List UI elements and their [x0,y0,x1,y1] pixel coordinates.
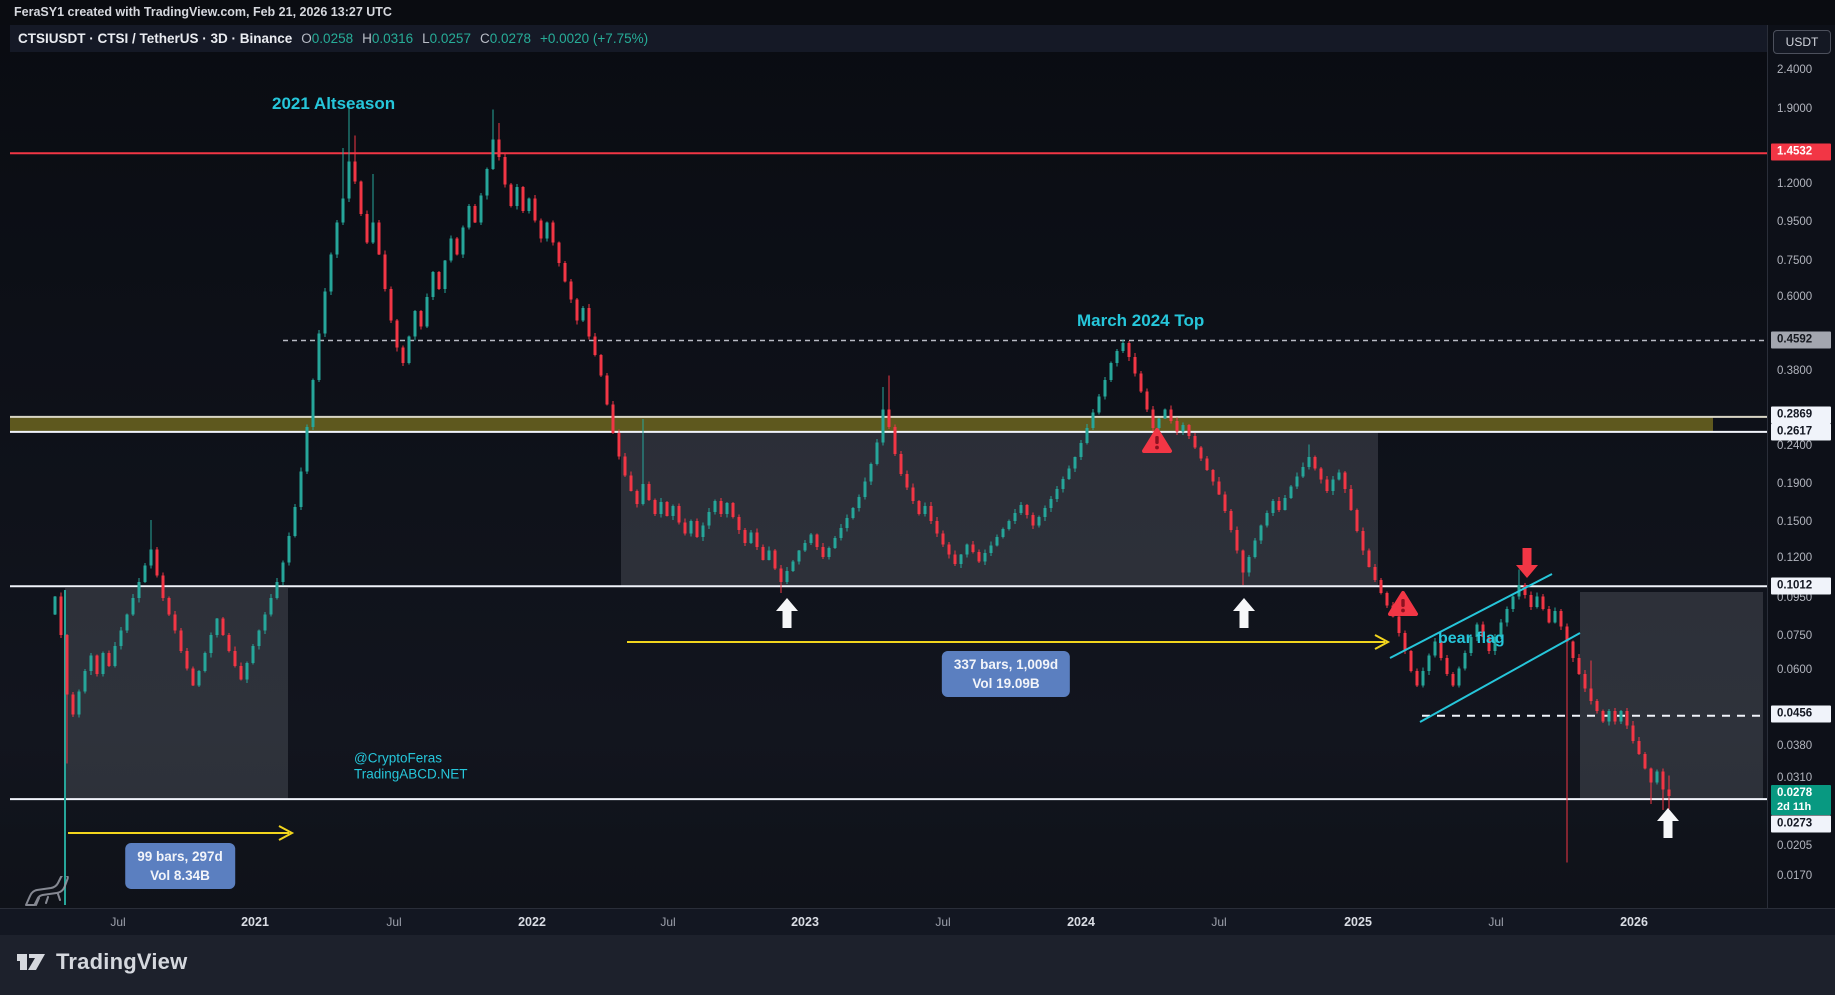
price-tick: 1.2000 [1777,178,1813,190]
time-tick-month: Jul [386,915,402,929]
price-tick: 0.2400 [1777,440,1813,452]
time-tick-year: 2023 [791,915,819,929]
tradingview-brand-link[interactable]: TradingView [16,949,187,975]
symbol-title: CTSIUSDT · CTSI / TetherUS · 3D · Binanc… [18,31,293,46]
price-level-label: 0.4592 [1771,331,1831,349]
ohlc-letter: L [422,31,430,46]
ohlc-value: 0.0258 [311,31,354,46]
time-tick-month: Jul [1488,915,1504,929]
price-level-label: 0.0456 [1771,705,1831,723]
price-tick: 0.0205 [1777,840,1813,852]
tradingview-chart-page: FeraSY1 created with TradingView.com, Fe… [0,0,1835,995]
measure-label[interactable]: 337 bars, 1,009d Vol 19.09B [941,651,1071,697]
credit-line1[interactable]: @CryptoFeras [354,751,442,766]
ohlc-value: 0.0278 [489,31,531,46]
price-tick: 0.0310 [1777,772,1813,784]
bar-countdown: 2d 11h [1777,801,1812,813]
ohlc-value: 0.0257 [429,31,471,46]
price-tick: 0.1500 [1777,516,1813,528]
ohlc-value: 0.0316 [371,31,414,46]
time-tick-month: Jul [110,915,126,929]
time-axis[interactable]: Jul 2021 Jul 2022 Jul 2023 Jul 2024 Jul 2025 Jul 20… [0,908,1835,935]
time-tick-year: 2026 [1620,915,1648,929]
brand-text: TradingView [56,949,188,974]
price-tick: 0.7500 [1777,255,1813,267]
dino-icon [25,876,69,906]
price-level-label: 0.0278 2d 11h [1771,785,1831,815]
price-tick: 0.1900 [1777,478,1813,490]
measure-label-line: Vol 8.34B [150,868,210,883]
altseason-label[interactable]: 2021 Altseason [272,94,395,114]
currency-button[interactable]: USDT [1773,30,1831,54]
supply-band[interactable] [10,416,1713,432]
price-level-label: 1.4532 [1771,143,1831,161]
ohlc-values: O0.0258 H0.0316 L0.0257 C0.0278 [292,31,531,46]
time-tick-year: 2021 [241,915,269,929]
time-tick-month: Jul [660,915,676,929]
time-tick-year: 2022 [518,915,546,929]
price-level-label: 0.2869 [1771,406,1831,424]
bear-flag-label[interactable]: bear flag [1438,630,1505,648]
candlestick-chart[interactable] [0,0,1835,908]
measure-label-line: Vol 19.09B [972,676,1040,691]
symbol-header: CTSIUSDT · CTSI / TetherUS · 3D · Binanc… [10,25,1835,52]
ohlc-letter: C [479,31,490,46]
price-tick: 1.9000 [1777,103,1813,115]
tradingview-logo-icon [17,954,45,970]
price-level-label: 0.0273 [1771,815,1831,833]
measure-label-line: 337 bars, 1,009d [953,657,1059,672]
price-tick: 0.6000 [1777,291,1813,303]
ohlc-letter: O [301,31,312,46]
price-tick: 0.0380 [1777,740,1813,752]
price-tick: 0.9500 [1777,216,1813,228]
breakdown-2025-box[interactable] [1580,592,1763,799]
time-tick-year: 2024 [1067,915,1095,929]
price-tick: 0.1200 [1777,552,1813,564]
march-top-label[interactable]: March 2024 Top [1077,311,1204,331]
price-tick: 0.0170 [1777,870,1813,882]
price-tick: 0.0750 [1777,630,1813,642]
footer-bar: TradingView [0,935,1835,995]
time-tick-month: Jul [1211,915,1227,929]
credit-line2[interactable]: TradingABCD.NET [354,767,468,782]
price-tick: 0.0600 [1777,664,1813,676]
change-value: +0.0020 (+7.75%) [540,31,649,46]
measure-label-line: 99 bars, 297d [137,849,223,864]
ohlc-letter: H [362,31,372,46]
measure-label[interactable]: 99 bars, 297d Vol 8.34B [125,843,235,889]
price-tick: 2.4000 [1777,64,1813,76]
price-level-label: 0.1012 [1771,577,1831,595]
time-tick-year: 2025 [1344,915,1372,929]
time-tick-month: Jul [935,915,951,929]
price-axis[interactable]: USDT 2.4000 1.9000 1.2000 0.9500 0.7500 0.600… [1767,25,1835,935]
price-tick: 0.3800 [1777,365,1813,377]
price-level-label: 0.2617 [1771,423,1831,441]
